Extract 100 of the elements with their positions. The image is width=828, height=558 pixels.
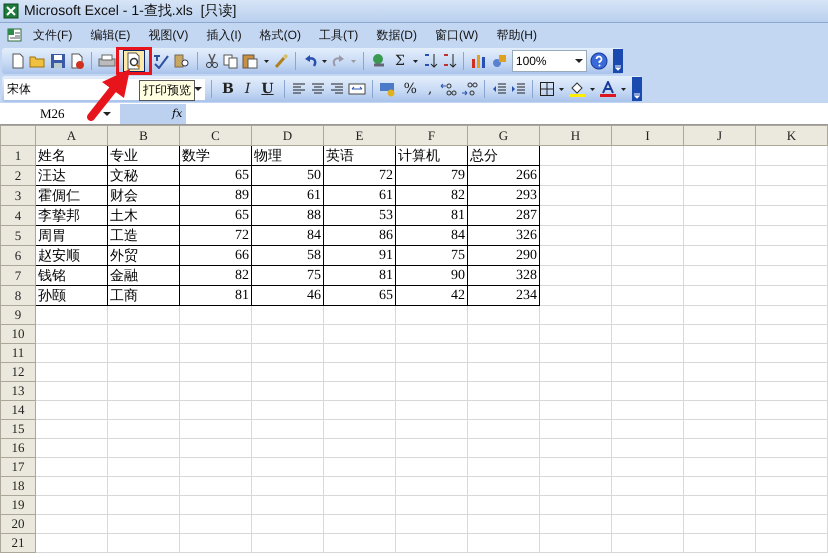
row-header[interactable]: 14 bbox=[0, 400, 36, 420]
row-header[interactable]: 21 bbox=[0, 534, 36, 552]
table-cell: 81 bbox=[396, 206, 468, 226]
row-header[interactable]: 18 bbox=[0, 476, 36, 496]
column-header[interactable]: F bbox=[396, 126, 468, 146]
print-preview-icon[interactable] bbox=[123, 50, 145, 72]
document-stop-icon[interactable] bbox=[69, 53, 85, 69]
table-cell: 金融 bbox=[108, 266, 180, 286]
row-header[interactable]: 1 bbox=[0, 146, 36, 166]
menu-item[interactable]: 插入(I) bbox=[197, 26, 251, 44]
row-header[interactable]: 4 bbox=[0, 206, 36, 226]
table-cell: 46 bbox=[252, 286, 324, 306]
column-header[interactable]: E bbox=[324, 126, 396, 146]
table-cell: 总分 bbox=[468, 146, 540, 166]
table-cell: 汪达 bbox=[36, 166, 108, 186]
table-cell: 287 bbox=[468, 206, 540, 226]
table-cell: 财会 bbox=[108, 186, 180, 206]
font-color-icon[interactable] bbox=[599, 81, 618, 97]
column-header[interactable]: K bbox=[756, 126, 828, 146]
row-header[interactable]: 5 bbox=[0, 226, 36, 246]
fill-color-icon[interactable] bbox=[568, 81, 586, 97]
column-header[interactable]: B bbox=[108, 126, 180, 146]
table-cell: 赵安顺 bbox=[36, 246, 108, 266]
decrease-decimal-icon[interactable] bbox=[460, 81, 478, 97]
bar-chart-icon[interactable] bbox=[470, 53, 488, 69]
menu-item[interactable]: 工具(T) bbox=[310, 26, 368, 44]
bold-button[interactable]: B bbox=[218, 81, 238, 97]
table-cell: 周胃 bbox=[36, 226, 108, 246]
help-icon[interactable] bbox=[590, 52, 608, 70]
zoom-dropdown[interactable]: 100% bbox=[512, 50, 587, 72]
row-header[interactable]: 20 bbox=[0, 514, 36, 534]
row-header[interactable]: 7 bbox=[0, 266, 36, 286]
percent-button[interactable]: % bbox=[400, 81, 421, 97]
table-cell: 234 bbox=[468, 286, 540, 306]
borders-icon[interactable] bbox=[539, 81, 556, 97]
menu-item[interactable]: 帮助(H) bbox=[487, 26, 546, 44]
table-cell: 72 bbox=[180, 226, 252, 246]
table-cell: 293 bbox=[468, 186, 540, 206]
row-header[interactable]: 10 bbox=[0, 324, 36, 344]
row-header[interactable]: 2 bbox=[0, 166, 36, 186]
column-header[interactable]: A bbox=[36, 126, 108, 146]
row-header[interactable]: 8 bbox=[0, 286, 36, 306]
printer-icon[interactable] bbox=[98, 53, 116, 69]
row-header[interactable]: 16 bbox=[0, 438, 36, 458]
sum-button[interactable]: Σ bbox=[391, 53, 409, 69]
table-cell: 326 bbox=[468, 226, 540, 246]
row-header[interactable]: 12 bbox=[0, 362, 36, 382]
row-header[interactable]: 13 bbox=[0, 382, 36, 400]
underline-button[interactable]: U bbox=[257, 81, 278, 97]
tooltip: 打印预览 bbox=[139, 80, 195, 101]
column-header[interactable]: H bbox=[540, 126, 612, 146]
table-cell: 88 bbox=[252, 206, 324, 226]
paste-icon[interactable] bbox=[242, 53, 260, 69]
insert-function-button[interactable]: fx bbox=[120, 104, 186, 124]
row-header[interactable]: 6 bbox=[0, 246, 36, 266]
new-document-icon[interactable] bbox=[10, 53, 26, 69]
merge-center-icon[interactable] bbox=[348, 81, 366, 97]
increase-decimal-icon[interactable] bbox=[439, 81, 458, 97]
book-search-icon[interactable] bbox=[173, 53, 191, 69]
table-cell: 81 bbox=[324, 266, 396, 286]
save-icon[interactable] bbox=[50, 53, 66, 69]
menu-item[interactable]: 数据(D) bbox=[367, 26, 426, 44]
table-cell: 61 bbox=[252, 186, 324, 206]
table-cell: 75 bbox=[252, 266, 324, 286]
row-header[interactable]: 9 bbox=[0, 306, 36, 324]
table-cell: 266 bbox=[468, 166, 540, 186]
menu-item[interactable]: 格式(O) bbox=[250, 26, 310, 44]
copy-icon[interactable] bbox=[223, 53, 239, 69]
cut-icon[interactable] bbox=[204, 53, 220, 69]
currency-icon[interactable] bbox=[378, 81, 397, 97]
table-cell: 84 bbox=[396, 226, 468, 246]
spelling-check-icon[interactable] bbox=[152, 53, 170, 69]
table-cell: 82 bbox=[396, 186, 468, 206]
row-header[interactable]: 17 bbox=[0, 458, 36, 476]
menu-item[interactable]: 视图(V) bbox=[139, 26, 198, 44]
column-header[interactable]: D bbox=[252, 126, 324, 146]
table-cell: 58 bbox=[252, 246, 324, 266]
column-header[interactable]: J bbox=[684, 126, 756, 146]
row-header[interactable]: 15 bbox=[0, 420, 36, 438]
table-cell: 89 bbox=[180, 186, 252, 206]
column-header[interactable]: I bbox=[612, 126, 684, 146]
table-cell: 84 bbox=[252, 226, 324, 246]
toolbar-options-icon[interactable] bbox=[612, 49, 623, 73]
row-header[interactable]: 3 bbox=[0, 186, 36, 206]
menu-item[interactable]: 编辑(E) bbox=[81, 26, 140, 44]
table-cell: 65 bbox=[324, 286, 396, 306]
column-header[interactable]: C bbox=[180, 126, 252, 146]
menu-item[interactable]: 窗口(W) bbox=[426, 26, 488, 44]
caret-icon bbox=[194, 87, 202, 91]
table-cell: 工造 bbox=[108, 226, 180, 246]
italic-button[interactable]: I bbox=[240, 81, 254, 97]
spreadsheet-icon[interactable] bbox=[6, 27, 24, 43]
toolbar-options-icon[interactable] bbox=[632, 77, 642, 101]
row-header[interactable]: 19 bbox=[0, 496, 36, 514]
caret-icon bbox=[574, 59, 583, 63]
menu-item[interactable]: 文件(F) bbox=[24, 26, 82, 44]
column-header[interactable]: G bbox=[468, 126, 540, 146]
highlight-frame bbox=[116, 47, 152, 75]
comma-button[interactable]: , bbox=[424, 81, 436, 97]
row-header[interactable]: 11 bbox=[0, 344, 36, 362]
